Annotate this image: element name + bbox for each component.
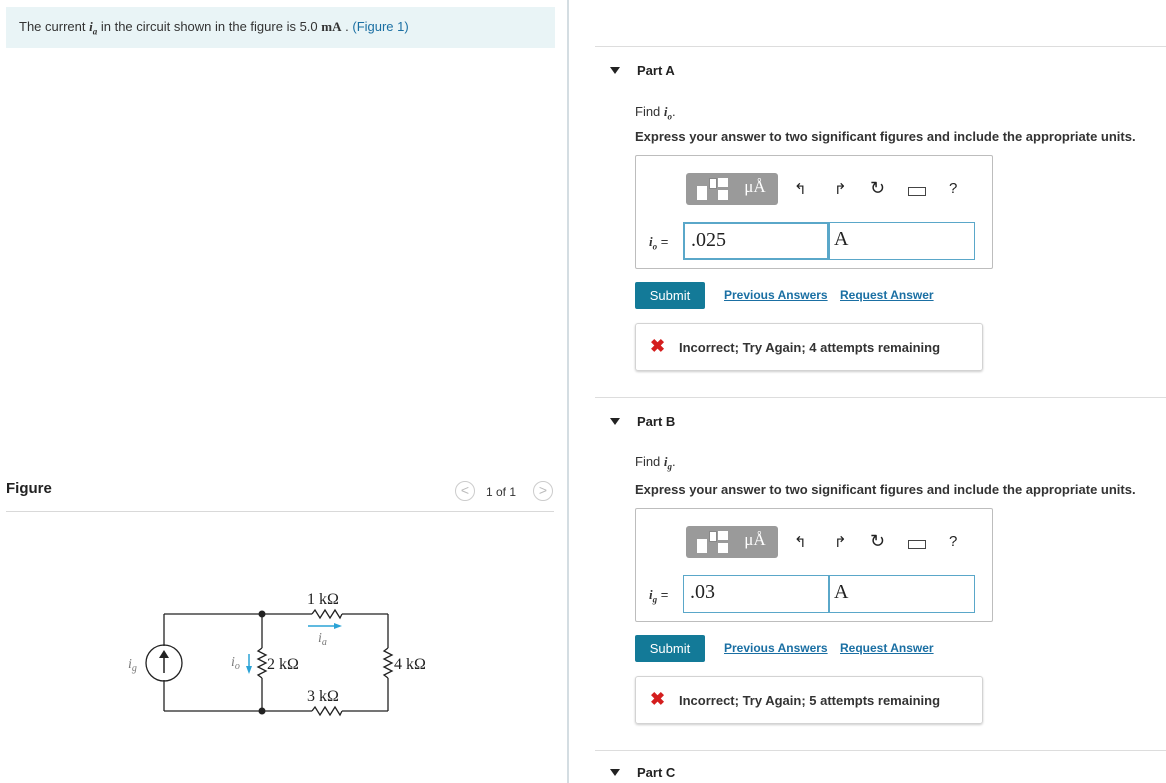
part-b-collapse-icon[interactable] [610,418,620,425]
units-icon[interactable]: μÅ [736,530,774,554]
part-a-previous-answers-link[interactable]: Previous Answers [724,288,828,302]
intro-unit: mA [321,19,342,34]
part-b-feedback-text: Incorrect; Try Again; 5 attempts remaini… [679,693,941,708]
redo-icon[interactable]: ↱ [834,180,847,198]
column-divider [567,0,569,783]
part-b-divider [595,397,1166,398]
reset-icon[interactable]: ↻ [870,178,885,199]
ia-label: ia [318,631,327,648]
part-a-feedback: ✖ Incorrect; Try Again; 4 attempts remai… [635,323,983,371]
incorrect-icon: ✖ [650,689,666,709]
reset-icon[interactable]: ↻ [870,531,885,552]
part-b-answer-label: ig = [649,587,669,605]
intro-sep: . [345,19,349,34]
io-label: io [231,655,240,672]
intro-middle: in the circuit shown in the figure is 5.… [100,19,318,34]
part-a-submit-button[interactable]: Submit [635,282,705,309]
help-icon[interactable]: ? [949,180,957,197]
undo-icon[interactable]: ↰ [794,180,807,198]
part-a-toolbar-group: μÅ [686,173,778,205]
next-figure-button[interactable]: > [533,481,553,501]
figure-divider [6,511,554,512]
part-b-find: Find ig. [635,454,676,472]
part-a-instructions: Express your answer to two significant f… [635,129,1136,144]
problem-statement: The current ia in the circuit shown in t… [6,7,555,48]
part-a-divider [595,46,1166,47]
part-a-request-answer-link[interactable]: Request Answer [840,288,934,302]
part-a-title[interactable]: Part A [637,63,675,78]
units-icon[interactable]: μÅ [736,177,774,201]
prev-figure-button[interactable]: < [455,481,475,501]
part-c-collapse-icon[interactable] [610,769,620,776]
r-bottom-label: 3 kΩ [307,688,339,705]
part-b-unit-input[interactable]: A [829,575,975,613]
part-b-value-input[interactable]: .03 [683,575,829,613]
incorrect-icon: ✖ [650,336,666,356]
part-a-unit-input[interactable]: A [829,222,975,260]
part-b-submit-button[interactable]: Submit [635,635,705,662]
part-a-collapse-icon[interactable] [610,67,620,74]
part-b-request-answer-link[interactable]: Request Answer [840,641,934,655]
r-right-label: 4 kΩ [394,656,426,673]
circuit-diagram: 1 kΩ 2 kΩ 4 kΩ 3 kΩ ig io ia [128,591,426,717]
intro-variable: ia [89,19,98,37]
templates-icon[interactable] [694,178,734,200]
figure-heading: Figure [6,480,52,497]
templates-icon[interactable] [694,531,734,553]
part-c-title[interactable]: Part C [637,765,675,780]
undo-icon[interactable]: ↰ [794,533,807,551]
keyboard-icon[interactable] [908,540,926,549]
ig-label: ig [128,657,137,674]
r-left-label: 2 kΩ [267,656,299,673]
part-a-value-input[interactable]: .025 [683,222,829,260]
part-b-answer-box: μÅ ↰ ↱ ↻ ? ig = .03 A [635,508,993,622]
part-c-divider [595,750,1166,751]
part-a-feedback-text: Incorrect; Try Again; 4 attempts remaini… [679,340,941,355]
part-b-toolbar-group: μÅ [686,526,778,558]
figure-link[interactable]: (Figure 1) [352,19,408,34]
help-icon[interactable]: ? [949,533,957,550]
redo-icon[interactable]: ↱ [834,533,847,551]
r-top-label: 1 kΩ [307,591,339,608]
keyboard-icon[interactable] [908,187,926,196]
part-a-answer-box: μÅ ↰ ↱ ↻ ? io = .025 A [635,155,993,269]
figure-pager: 1 of 1 [486,485,517,499]
part-b-instructions: Express your answer to two significant f… [635,482,1136,497]
part-a-answer-label: io = [649,234,669,252]
intro-prefix: The current [19,19,86,34]
part-b-title[interactable]: Part B [637,414,675,429]
part-b-feedback: ✖ Incorrect; Try Again; 5 attempts remai… [635,676,983,724]
part-a-find: Find io. [635,104,676,122]
part-b-previous-answers-link[interactable]: Previous Answers [724,641,828,655]
